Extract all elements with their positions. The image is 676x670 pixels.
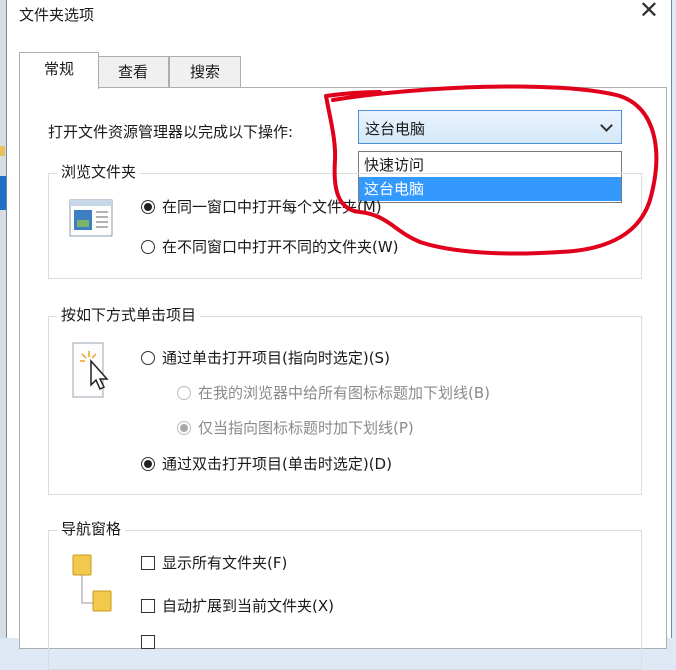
show-all-folders-label: 显示所有文件夹(F): [162, 554, 288, 572]
same-window-label: 在同一窗口中打开每个文件夹(M): [162, 198, 382, 216]
open-explorer-label: 打开文件资源管理器以完成以下操作:: [48, 123, 294, 141]
new-window-radio[interactable]: [141, 240, 155, 254]
folder-options-dialog: 文件夹选项 ✕ 常规 查看 搜索 打开文件资源管理器以完成以下操作: 这台电脑 …: [6, 0, 672, 670]
underline-all-label: 在我的浏览器中给所有图标标题加下划线(B): [198, 384, 490, 402]
pointer-icon: [72, 342, 109, 398]
single-click-radio[interactable]: [141, 351, 155, 365]
single-click-label: 通过单击打开项目(指向时选定)(S): [162, 349, 390, 367]
general-tab-panel: 打开文件资源管理器以完成以下操作: 这台电脑 快速访问 这台电脑 浏览文件夹 在…: [19, 87, 667, 670]
partial-checkbox[interactable]: [141, 635, 155, 649]
underline-point-label: 仅当指向图标标题时加下划线(P): [198, 419, 414, 437]
browse-folders-group: 浏览文件夹 在同一窗口中打开每个文件夹(M) 在不同窗口中打开不同的文件夹(W): [48, 161, 642, 279]
new-window-label: 在不同窗口中打开不同的文件夹(W): [162, 238, 399, 256]
navigation-pane-title: 导航窗格: [57, 518, 126, 539]
underline-all-radio[interactable]: [177, 386, 191, 400]
navigation-pane-group: 导航窗格 显示所有文件夹(F) 自动扩展到当前文件夹(X): [48, 518, 642, 670]
expand-current-folder-checkbox[interactable]: [141, 599, 155, 613]
tab-search[interactable]: 搜索: [169, 56, 241, 87]
browse-folders-icon: [69, 199, 113, 237]
tab-general[interactable]: 常规: [19, 52, 99, 89]
underline-point-radio[interactable]: [177, 421, 191, 435]
folder-tree-icon: [72, 554, 112, 612]
title-bar: 文件夹选项 ✕: [7, 0, 671, 30]
expand-current-folder-label: 自动扩展到当前文件夹(X): [162, 597, 334, 615]
browse-folders-title: 浏览文件夹: [57, 161, 141, 182]
click-items-group: 按如下方式单击项目 通过单击打开项目(指向时选定)(S) 在我的浏览器中给所有图…: [48, 304, 642, 495]
same-window-radio[interactable]: [141, 200, 155, 214]
combobox-value: 这台电脑: [365, 120, 426, 138]
tab-view[interactable]: 查看: [97, 56, 169, 87]
window-title: 文件夹选项: [19, 6, 95, 24]
desktop-icon-fragment: [0, 146, 5, 156]
open-explorer-combobox[interactable]: 这台电脑: [358, 110, 622, 144]
show-all-folders-checkbox[interactable]: [141, 556, 155, 570]
close-icon[interactable]: ✕: [639, 0, 659, 24]
double-click-radio[interactable]: [141, 457, 155, 471]
double-click-label: 通过双击打开项目(单击时选定)(D): [162, 455, 392, 473]
click-items-title: 按如下方式单击项目: [57, 304, 201, 325]
chevron-down-icon: [600, 119, 613, 132]
